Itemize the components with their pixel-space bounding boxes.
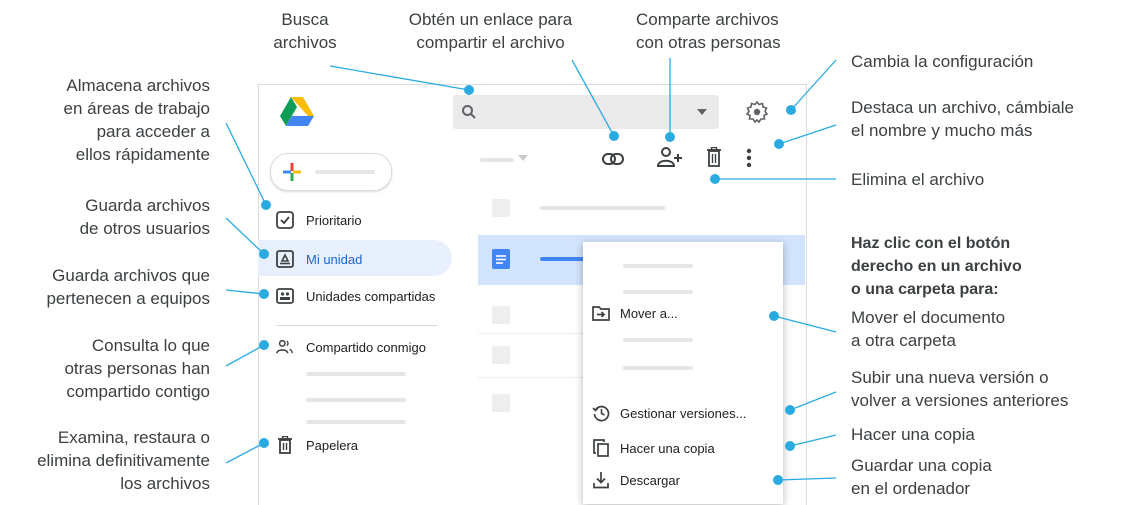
leader-dot-download bbox=[773, 475, 783, 485]
leader-dot-workspaces bbox=[261, 200, 271, 210]
leader-line-search bbox=[329, 65, 470, 91]
leader-line-workspaces bbox=[225, 122, 267, 206]
leader-line-more bbox=[778, 124, 837, 145]
leader-line-mydrive bbox=[225, 217, 265, 255]
leader-line-settings bbox=[790, 59, 837, 111]
leader-dot-sharedwithme bbox=[259, 340, 269, 350]
leader-dot-shareddrives bbox=[259, 289, 269, 299]
leader-dot-mydrive bbox=[259, 249, 269, 259]
leader-line-shareddrives bbox=[225, 289, 265, 295]
leader-line-copy bbox=[789, 434, 837, 447]
leader-dot-trash bbox=[259, 438, 269, 448]
leader-dot-link bbox=[609, 131, 619, 141]
leader-dot-share bbox=[665, 132, 675, 142]
leader-line-link bbox=[571, 59, 615, 137]
leader-dot-delete bbox=[710, 174, 720, 184]
leader-lines bbox=[225, 58, 837, 485]
leader-dot-versions bbox=[785, 405, 795, 415]
leader-dot-move bbox=[769, 311, 779, 321]
leader-line-trash bbox=[225, 442, 265, 464]
leader-dot-more bbox=[774, 139, 784, 149]
leader-line-move bbox=[773, 315, 837, 333]
leader-line-versions bbox=[789, 391, 837, 411]
leader-line-download bbox=[777, 477, 837, 481]
leader-dot-copy bbox=[785, 441, 795, 451]
leader-dot-settings bbox=[786, 105, 796, 115]
leader-dot-search bbox=[464, 85, 474, 95]
leader-line-sharedwithme bbox=[225, 344, 265, 367]
